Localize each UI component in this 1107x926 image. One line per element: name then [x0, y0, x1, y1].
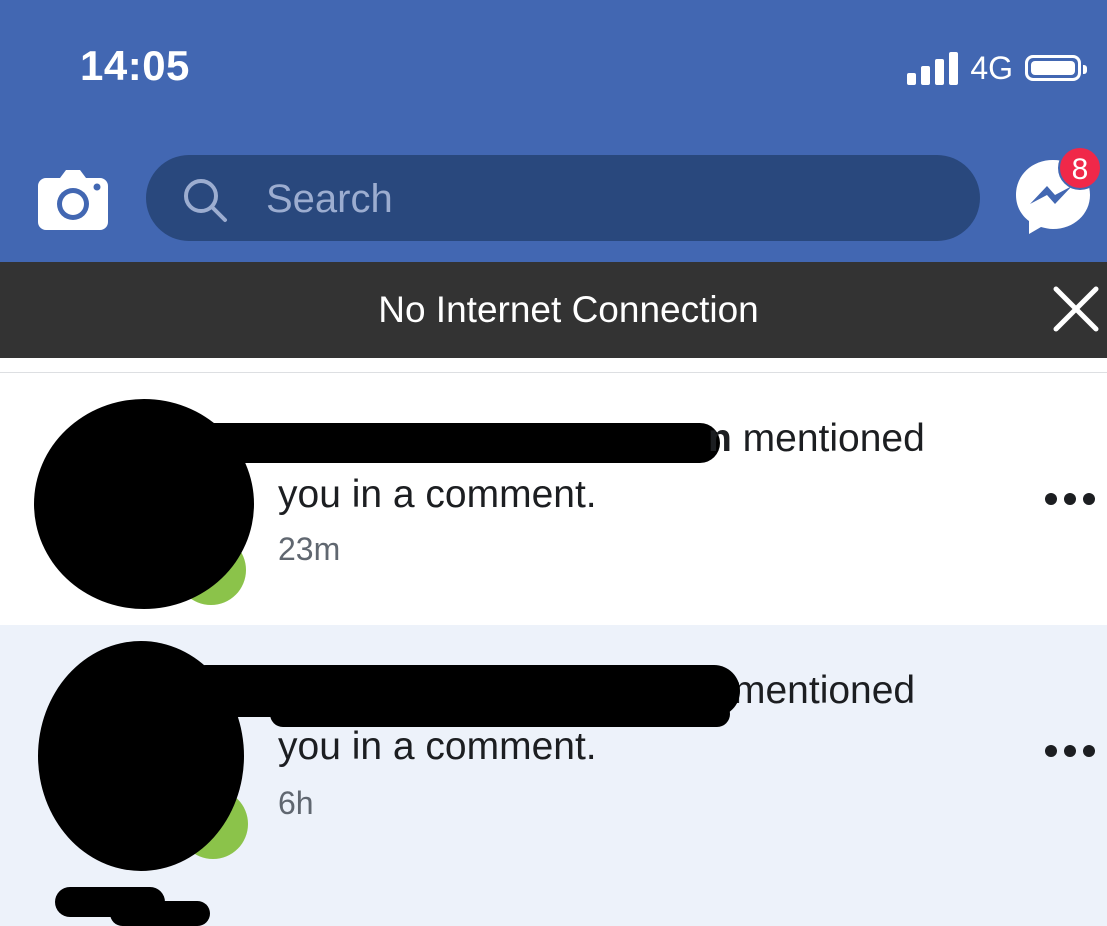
status-indicators: 4G [907, 48, 1087, 88]
more-options-icon[interactable] [1044, 741, 1096, 761]
notification-item[interactable]: mentioned you in a comment. 6h [0, 625, 1107, 926]
actor-name-tail: n [708, 417, 732, 460]
search-bar[interactable] [146, 155, 980, 243]
top-bar: 14:05 4G [0, 0, 1107, 262]
notification-action: mentioned [742, 417, 925, 460]
more-options-icon[interactable] [1044, 489, 1096, 509]
notification-time: 6h [278, 785, 314, 821]
battery-icon [1025, 55, 1087, 81]
camera-button[interactable] [38, 168, 108, 230]
notification-text: n mentioned you in a comment. [278, 411, 978, 523]
notification-line2: you in a comment. [278, 473, 597, 516]
messenger-badge: 8 [1058, 146, 1102, 190]
search-icon [184, 179, 227, 222]
notification-line2: you in a comment. [278, 725, 597, 768]
search-input[interactable] [264, 155, 948, 243]
camera-icon [38, 170, 108, 230]
network-type: 4G [970, 49, 1013, 86]
signal-icon [907, 51, 959, 85]
redacted-name [270, 701, 730, 727]
offline-banner: No Internet Connection [0, 262, 1107, 358]
status-time: 14:05 [80, 42, 190, 89]
close-banner-button[interactable] [1052, 285, 1100, 333]
redacted-name [110, 901, 210, 926]
notification-time: 23m [278, 531, 341, 567]
notification-item[interactable]: n mentioned you in a comment. 23m [0, 373, 1107, 625]
offline-message: No Internet Connection [378, 289, 759, 330]
close-icon [1053, 286, 1099, 332]
notification-action: mentioned [733, 669, 916, 712]
